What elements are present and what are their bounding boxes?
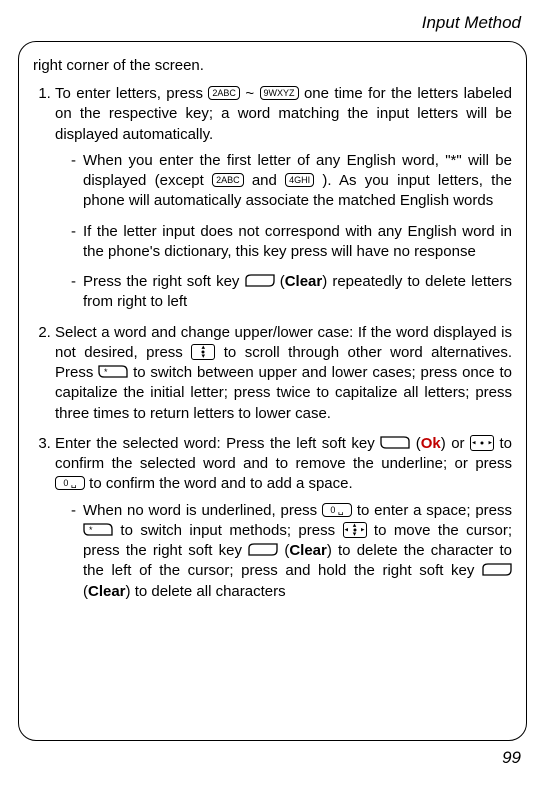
list-item-2: Select a word and change upper/lower cas…: [55, 323, 512, 424]
main-list: To enter letters, press 2ABC ~ 9WXYZ one…: [33, 84, 512, 602]
svg-text:*: *: [104, 367, 108, 377]
page: Input Method right corner of the screen.…: [0, 0, 545, 790]
sub-item: Press the right soft key (Clear) repeate…: [71, 272, 512, 313]
sublist-1: When you enter the first letter of any E…: [55, 151, 512, 313]
text: ) to delete all characters: [126, 583, 286, 600]
text: To enter letters, press: [55, 85, 208, 102]
star-key-icon: *: [98, 365, 128, 379]
text: to enter a space; press: [357, 502, 512, 519]
nav-key-icon: ▴▾◂▸: [343, 522, 367, 538]
page-header: Input Method: [18, 12, 527, 35]
clear-label: Clear: [289, 542, 327, 559]
left-soft-key-icon: [380, 436, 410, 450]
star-key-icon: *: [83, 523, 113, 537]
page-number: 99: [18, 747, 527, 770]
nav-key-icon: ◂▸: [470, 435, 494, 451]
key-2abc-icon: 2ABC: [212, 173, 244, 187]
key-2abc-icon: 2ABC: [208, 86, 240, 100]
text: When no word is underlined, press: [83, 502, 322, 519]
text: to switch input methods; press: [120, 522, 342, 539]
text: and: [252, 172, 285, 189]
svg-text:*: *: [89, 525, 93, 535]
list-item-3: Enter the selected word: Press the left …: [55, 434, 512, 602]
sublist-3: When no word is underlined, press 0 ␣ to…: [55, 501, 512, 602]
key-4ghi-icon: 4GHI: [285, 173, 314, 187]
list-item-1: To enter letters, press 2ABC ~ 9WXYZ one…: [55, 84, 512, 313]
text: ) or: [441, 435, 470, 452]
key-0-space-icon: 0 ␣: [55, 476, 85, 490]
text: ~: [245, 85, 259, 102]
right-soft-key-icon: [248, 543, 278, 557]
sub-item: If the letter input does not correspond …: [71, 222, 512, 263]
key-0-space-icon: 0 ␣: [322, 503, 352, 517]
clear-label: Clear: [88, 583, 126, 600]
clear-label: Clear: [285, 273, 323, 290]
lead-fragment: right corner of the screen.: [33, 56, 512, 76]
right-soft-key-icon: [245, 274, 275, 288]
content-frame: right corner of the screen. To enter let…: [18, 41, 527, 741]
sub-item: When no word is underlined, press 0 ␣ to…: [71, 501, 512, 602]
text: Press the right soft key: [83, 273, 245, 290]
ok-label: Ok: [421, 435, 441, 452]
nav-key-icon: ▴▾: [191, 344, 215, 360]
right-soft-key-icon: [482, 563, 512, 577]
text: Enter the selected word: Press the left …: [55, 435, 380, 452]
key-9wxyz-icon: 9WXYZ: [260, 86, 299, 100]
sub-item: When you enter the first letter of any E…: [71, 151, 512, 212]
text: If the letter input does not correspond …: [83, 223, 512, 260]
text: to confirm the word and to add a space.: [89, 475, 353, 492]
